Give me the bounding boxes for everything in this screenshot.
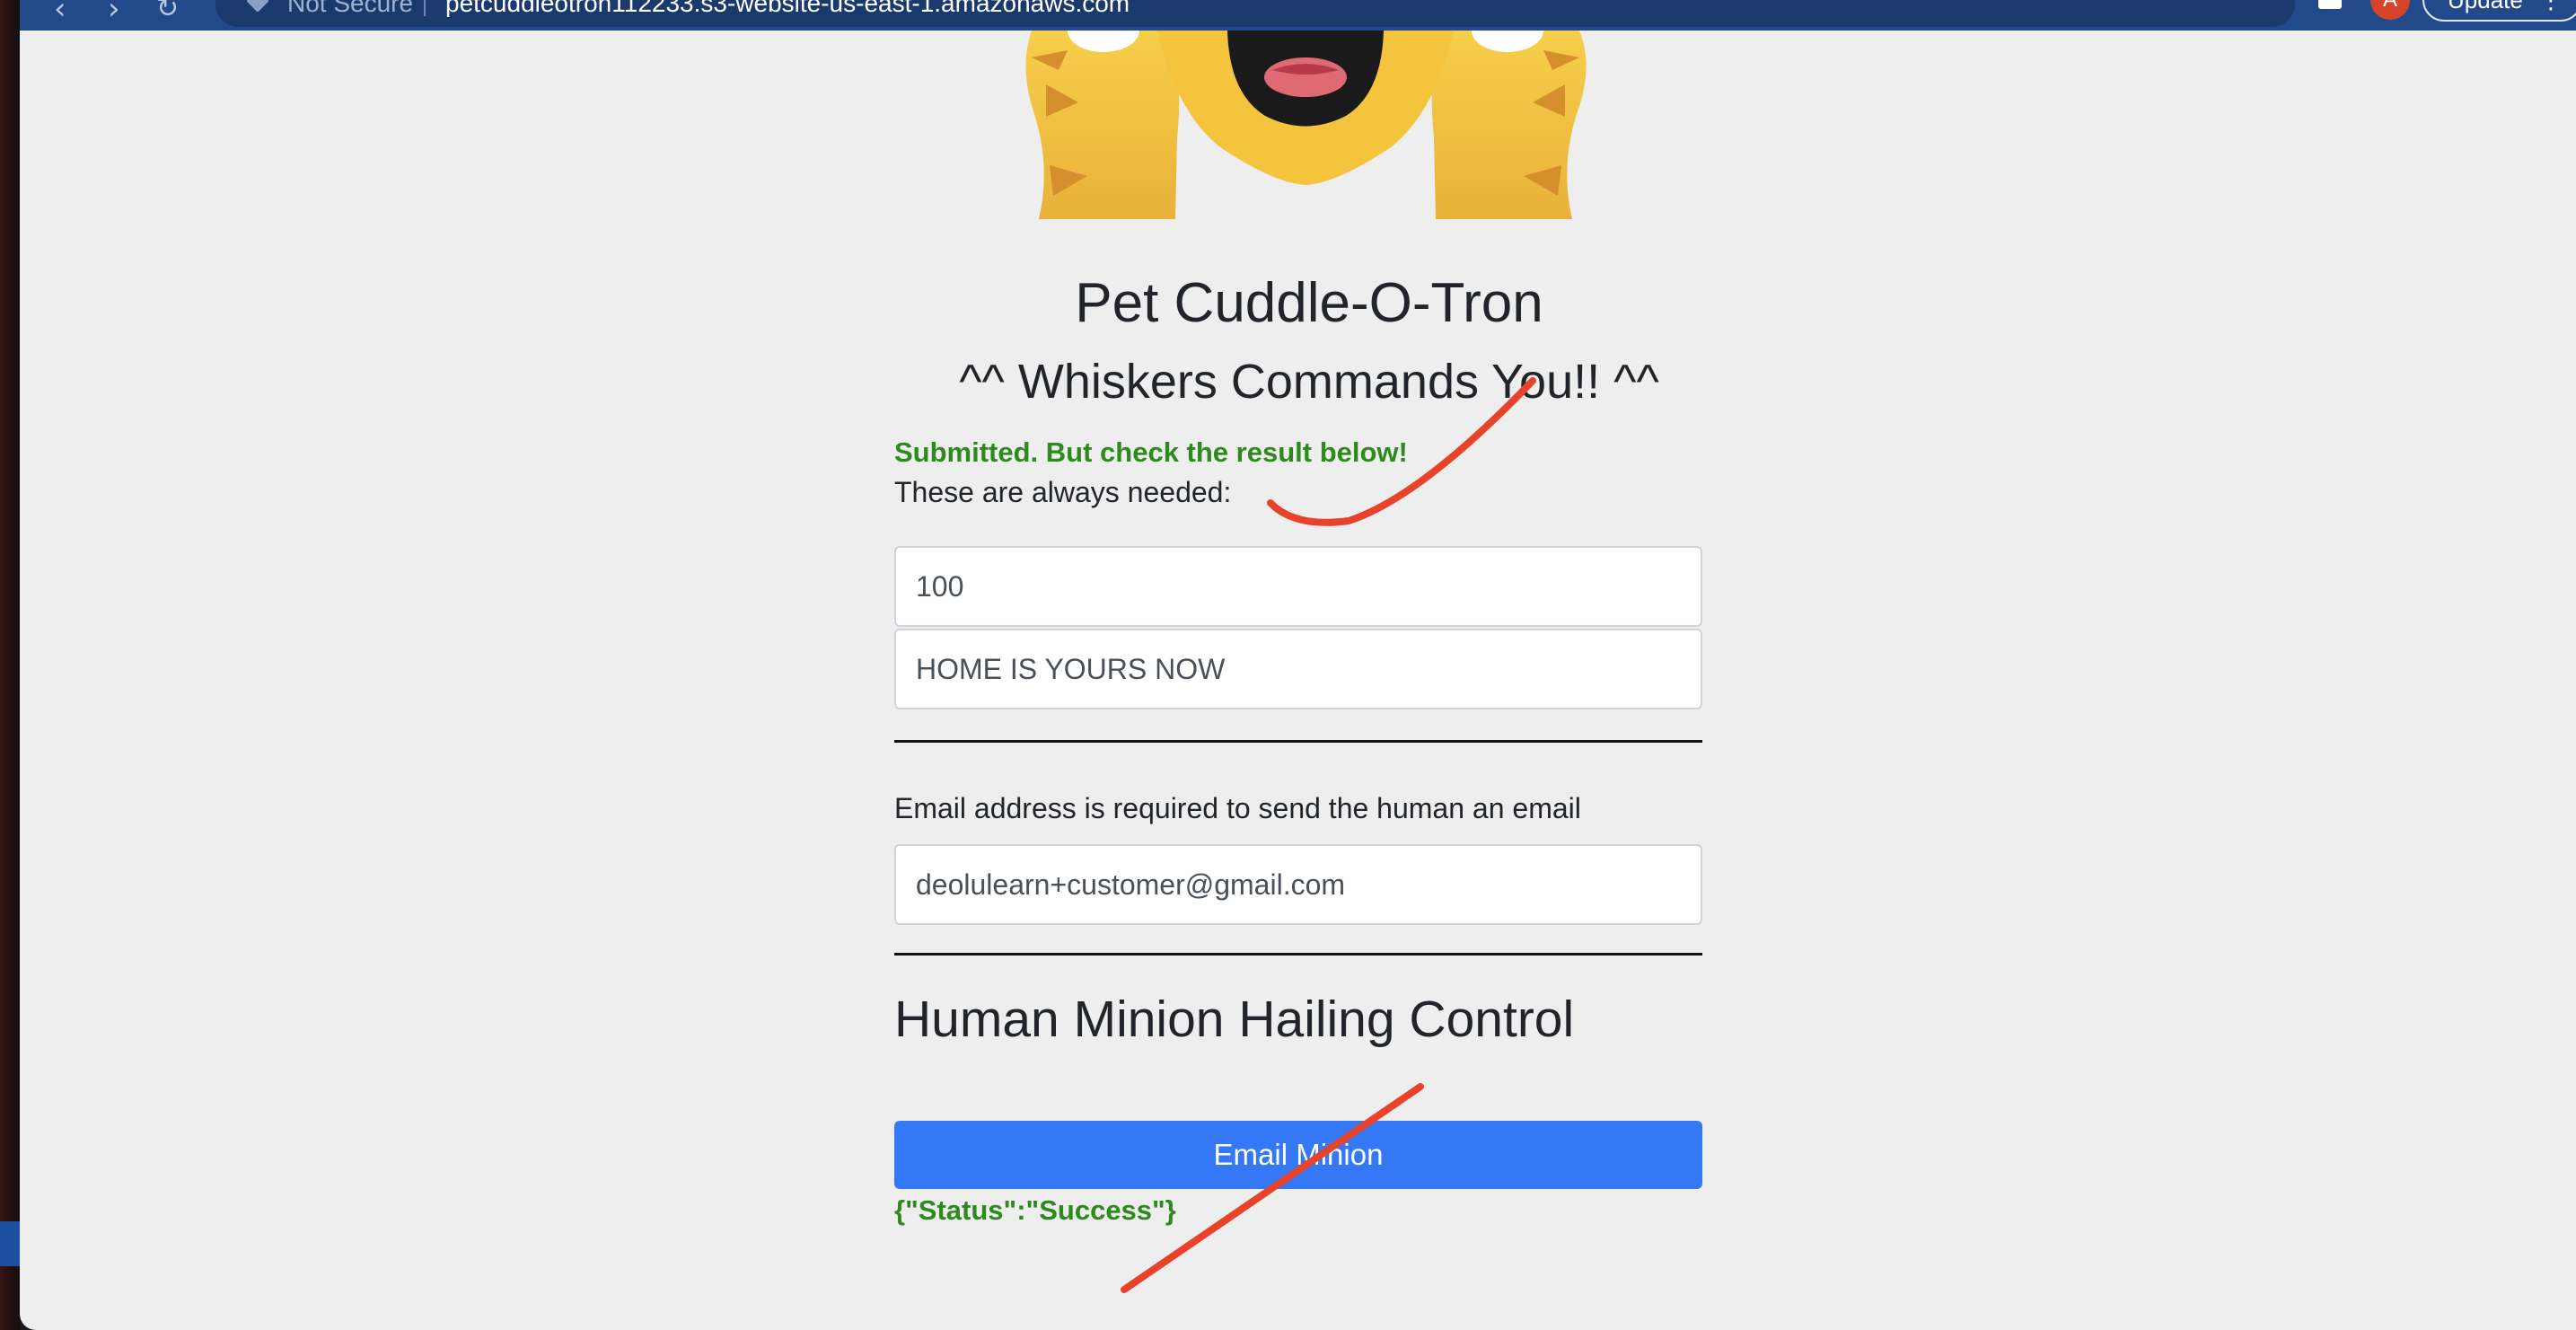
message-input[interactable]: [894, 629, 1702, 709]
reload-icon[interactable]: ↻: [156, 0, 179, 24]
forward-arrow-icon[interactable]: ›: [108, 0, 120, 27]
warning-icon: [246, 0, 269, 13]
submitted-message: Submitted. But check the result below!: [894, 436, 1408, 468]
waiting-seconds-input[interactable]: [894, 546, 1702, 627]
section-divider: [894, 740, 1702, 743]
security-indicator[interactable]: Not Secure: [287, 0, 413, 18]
status-response: {"Status":"Success"}: [894, 1194, 1176, 1226]
page-title: Pet Cuddle-O-Tron: [1075, 272, 1543, 334]
profile-avatar[interactable]: A: [2370, 0, 2410, 20]
required-fields-label: These are always needed:: [894, 476, 1232, 508]
section-heading: Human Minion Hailing Control: [894, 991, 1575, 1048]
url-text[interactable]: petcuddleotron112233.s3-website-us-east-…: [445, 0, 1130, 18]
browser-toolbar: ‹ › ↻ Not Secure petcuddleotron112233.s3…: [20, 0, 2576, 31]
screen-bezel: [0, 0, 20, 1330]
address-separator: [424, 0, 426, 16]
email-minion-button[interactable]: Email Minion: [894, 1121, 1702, 1189]
section-divider: [894, 953, 1702, 956]
cat-emoji-image: [1025, 31, 1587, 219]
update-button-label: Update: [2448, 0, 2523, 13]
address-bar[interactable]: Not Secure petcuddleotron112233.s3-websi…: [215, 0, 2295, 27]
update-button[interactable]: Update ⋮: [2422, 0, 2576, 22]
share-icon[interactable]: ⧉: [2191, 0, 2209, 5]
extensions-icon[interactable]: [2318, 0, 2342, 9]
kebab-menu-icon[interactable]: ⋮: [2539, 0, 2563, 20]
star-icon[interactable]: ☆: [2246, 0, 2269, 4]
email-field[interactable]: [894, 844, 1702, 925]
back-arrow-icon[interactable]: ‹: [54, 0, 66, 27]
email-field-label: Email address is required to send the hu…: [894, 792, 1581, 824]
page-subtitle: ^^ Whiskers Commands You!! ^^: [959, 355, 1659, 409]
dock-edge: [0, 1221, 20, 1266]
page-viewport: Pet Cuddle-O-Tron ^^ Whiskers Commands Y…: [20, 31, 2576, 1330]
